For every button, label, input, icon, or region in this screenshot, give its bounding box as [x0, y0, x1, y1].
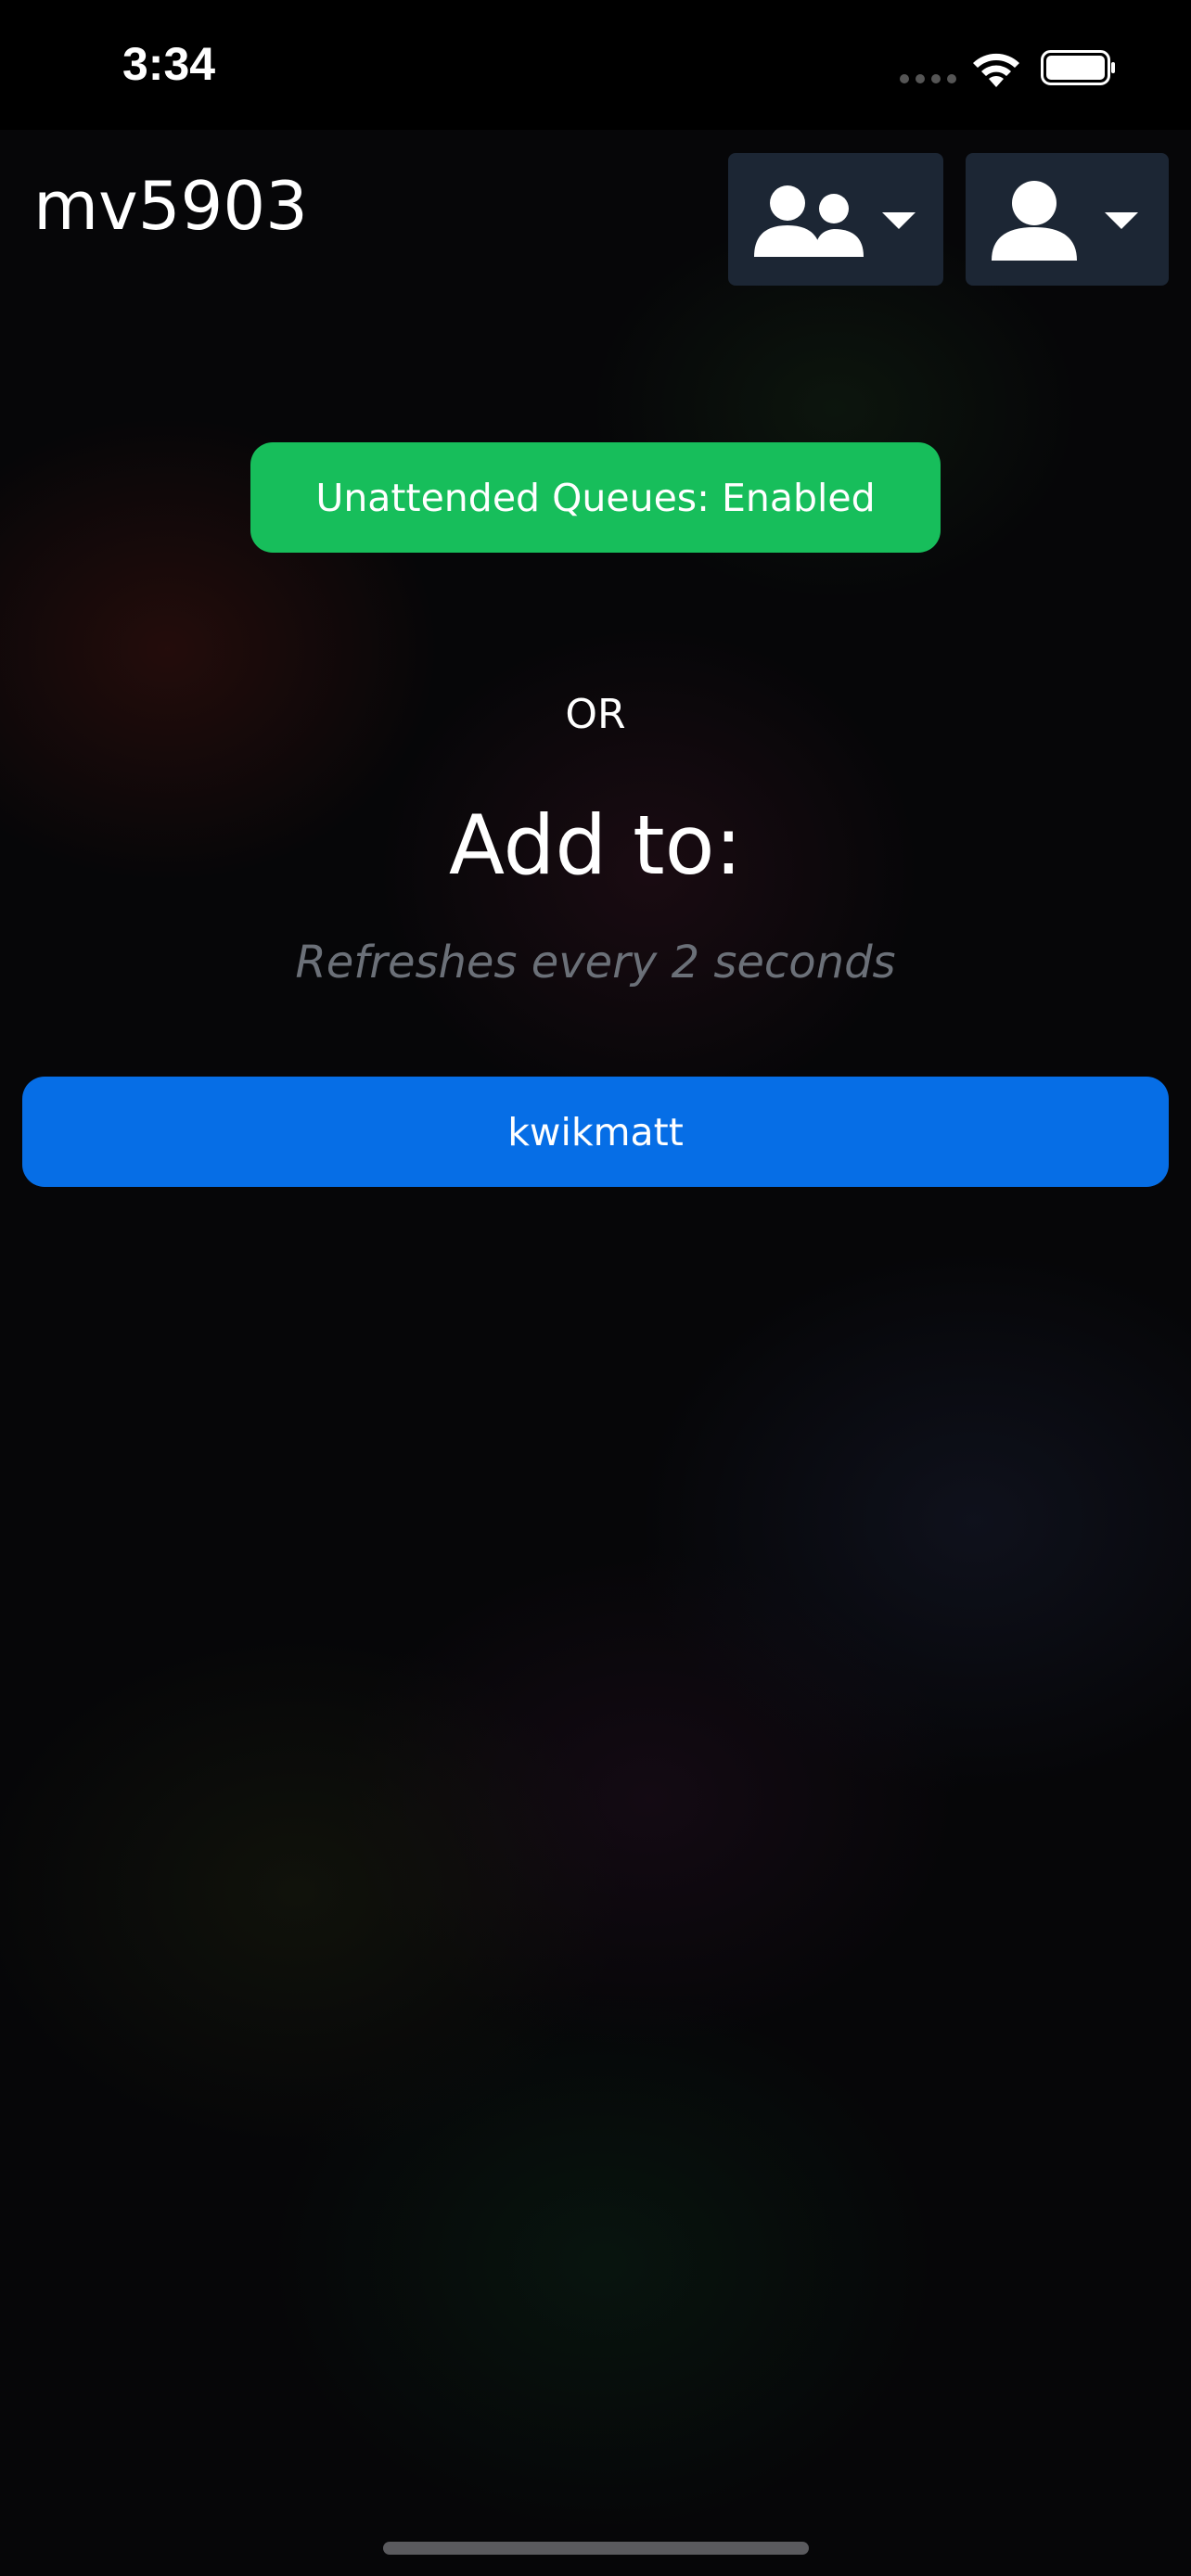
caret-down-icon — [882, 212, 916, 229]
caret-down-icon — [1105, 212, 1138, 229]
user-menu-button[interactable] — [966, 153, 1169, 286]
home-indicator[interactable] — [383, 2542, 809, 2555]
battery-icon — [1041, 50, 1115, 85]
status-time: 3:34 — [122, 38, 216, 90]
queue-button-kwikmatt[interactable]: kwikmatt — [22, 1077, 1169, 1187]
groups-menu-button[interactable] — [728, 153, 943, 286]
status-bar: 3:34 — [0, 0, 1191, 130]
add-to-heading: Add to: — [448, 797, 743, 893]
refresh-note: Refreshes every 2 seconds — [295, 937, 896, 988]
or-divider-label: OR — [565, 691, 626, 738]
signal-icon — [900, 74, 956, 83]
users-icon — [754, 185, 864, 257]
unattended-queues-status-button[interactable]: Unattended Queues: Enabled — [250, 442, 941, 553]
app-screen: 3:34 mv5903 Unattended Queues: Enabled O… — [0, 0, 1191, 2576]
wifi-icon — [973, 53, 1019, 87]
page-title: mv5903 — [33, 167, 308, 245]
user-icon — [992, 181, 1077, 261]
